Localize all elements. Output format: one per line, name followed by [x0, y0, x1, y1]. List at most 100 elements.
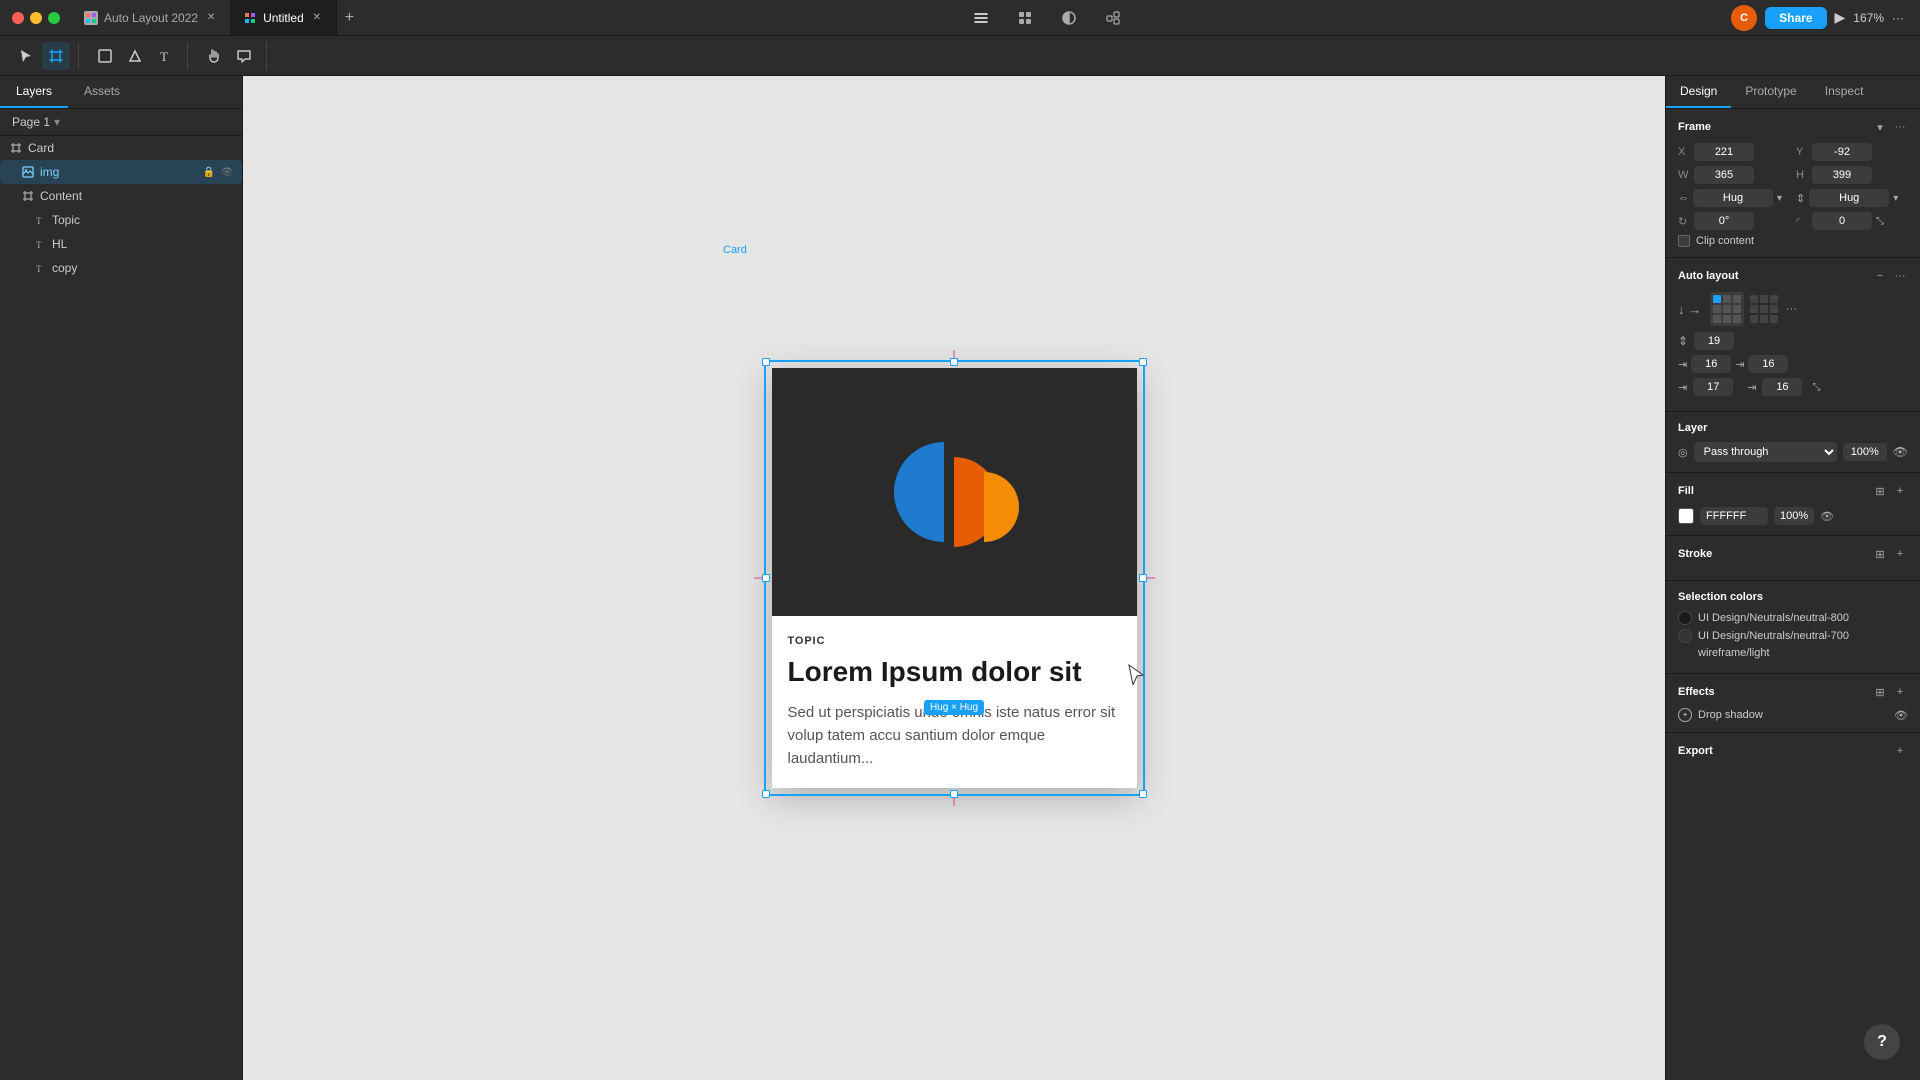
- tab-design[interactable]: Design: [1666, 76, 1731, 108]
- tab-label-auto-layout: Auto Layout 2022: [104, 11, 198, 25]
- layer-hl[interactable]: T HL: [0, 232, 242, 256]
- al-align-grid[interactable]: [1710, 292, 1744, 326]
- play-button[interactable]: ▶: [1835, 9, 1846, 26]
- al-options-more[interactable]: ···: [1784, 301, 1800, 317]
- main-menu-icon[interactable]: [967, 4, 995, 32]
- handle-bottom-left[interactable]: [762, 790, 770, 798]
- layer-img[interactable]: img 🔒 👁: [0, 160, 242, 184]
- stroke-grid-icon[interactable]: ⊞: [1872, 546, 1888, 562]
- comment-tool[interactable]: [230, 42, 258, 70]
- al-right-arrow[interactable]: →: [1689, 302, 1702, 317]
- pad-left-input[interactable]: [1691, 355, 1731, 373]
- layer-card[interactable]: Card: [0, 136, 242, 160]
- opacity-input[interactable]: [1843, 443, 1887, 461]
- hand-tool[interactable]: [200, 42, 228, 70]
- frame-tool[interactable]: [42, 42, 70, 70]
- fill-hex-input[interactable]: [1700, 507, 1768, 525]
- page-label: Page 1: [12, 115, 50, 129]
- fill-color-swatch[interactable]: [1678, 508, 1694, 524]
- close-button[interactable]: [12, 12, 24, 24]
- tools-icon[interactable]: [1011, 4, 1039, 32]
- fill-opacity-input[interactable]: [1774, 507, 1814, 525]
- sel-colors-title: Selection colors: [1678, 591, 1763, 603]
- sel-color-dot-2[interactable]: [1678, 629, 1692, 643]
- pen-tool[interactable]: [121, 42, 149, 70]
- frame-y-input[interactable]: [1812, 143, 1872, 161]
- layer-content[interactable]: Content: [0, 184, 242, 208]
- share-button[interactable]: Share: [1765, 7, 1826, 29]
- more-options-button[interactable]: ···: [1892, 11, 1904, 25]
- left-panel: Layers Assets Page 1 ▾ Card img 🔒 👁: [0, 76, 243, 1080]
- tab-inspect[interactable]: Inspect: [1811, 76, 1878, 108]
- frame-w-input[interactable]: [1694, 166, 1754, 184]
- layer-copy[interactable]: T copy: [0, 256, 242, 280]
- tab-untitled[interactable]: Untitled ✕: [231, 0, 337, 35]
- fill-grid-icon[interactable]: ⊞: [1872, 483, 1888, 499]
- fill-visibility-icon[interactable]: 👁: [1820, 510, 1834, 523]
- visibility-icon[interactable]: 👁: [220, 165, 234, 179]
- page-selector[interactable]: Page 1 ▾: [0, 109, 242, 136]
- constraint-w-input[interactable]: [1693, 189, 1773, 207]
- tab-prototype[interactable]: Prototype: [1731, 76, 1810, 108]
- handle-mid-right[interactable]: [1139, 574, 1147, 582]
- tab-close-untitled[interactable]: ✕: [310, 11, 324, 25]
- lock-icon[interactable]: 🔒: [202, 165, 216, 179]
- stroke-add[interactable]: +: [1892, 546, 1908, 562]
- svg-text:T: T: [36, 216, 42, 226]
- tab-close-auto-layout[interactable]: ✕: [204, 11, 218, 25]
- tab-auto-layout[interactable]: Auto Layout 2022 ✕: [72, 0, 231, 35]
- corner-input[interactable]: [1812, 212, 1872, 230]
- move-tool[interactable]: [12, 42, 40, 70]
- theme-icon[interactable]: [1055, 4, 1083, 32]
- pad-bottom-input[interactable]: [1693, 378, 1733, 396]
- frame-y-cell: Y: [1796, 143, 1908, 161]
- tab-assets[interactable]: Assets: [68, 76, 136, 108]
- al-spacing-grid: [1750, 295, 1778, 323]
- layer-topic[interactable]: T Topic: [0, 208, 242, 232]
- fill-section-header: Fill ⊞ +: [1678, 483, 1908, 499]
- constraint-w-chevron[interactable]: ▾: [1777, 193, 1782, 204]
- frame-x-input[interactable]: [1694, 143, 1754, 161]
- effects-grid-icon[interactable]: ⊞: [1872, 684, 1888, 700]
- canvas[interactable]: Card: [243, 76, 1665, 1080]
- handle-bottom-right[interactable]: [1139, 790, 1147, 798]
- constraint-h-input[interactable]: [1809, 189, 1889, 207]
- effect-visibility-icon[interactable]: 👁: [1894, 709, 1908, 722]
- tab-add-button[interactable]: +: [337, 9, 362, 27]
- share-control-icon[interactable]: [1099, 4, 1127, 32]
- pad-v-input[interactable]: [1762, 378, 1802, 396]
- al-minus[interactable]: −: [1872, 268, 1888, 284]
- maximize-button[interactable]: [48, 12, 60, 24]
- al-more[interactable]: ···: [1892, 268, 1908, 284]
- handle-top-right[interactable]: [1139, 358, 1147, 366]
- handle-top-mid[interactable]: [950, 358, 958, 366]
- rectangle-tool[interactable]: [91, 42, 119, 70]
- al-grid-bl: [1713, 315, 1721, 323]
- help-button[interactable]: ?: [1864, 1024, 1900, 1060]
- handle-mid-left[interactable]: [762, 574, 770, 582]
- constraint-h-chevron[interactable]: ▾: [1893, 193, 1898, 204]
- rotation-input[interactable]: [1694, 212, 1754, 230]
- blend-mode-select[interactable]: Pass through Normal Multiply Screen: [1694, 442, 1837, 462]
- user-avatar[interactable]: C: [1731, 5, 1757, 31]
- sel-color-dot-1[interactable]: [1678, 611, 1692, 625]
- frame-h-cell: H: [1796, 166, 1908, 184]
- frame-w-cell: W: [1678, 166, 1790, 184]
- text-tool[interactable]: T: [151, 42, 179, 70]
- handle-top-left[interactable]: [762, 358, 770, 366]
- gap-input[interactable]: [1694, 332, 1734, 350]
- frame-h-input[interactable]: [1812, 166, 1872, 184]
- fill-add[interactable]: +: [1892, 483, 1908, 499]
- pad-right-input[interactable]: [1748, 355, 1788, 373]
- frame-section-more[interactable]: ···: [1892, 119, 1908, 135]
- layer-visibility-icon[interactable]: 👁: [1893, 445, 1908, 459]
- al-down-arrow[interactable]: ↓: [1678, 302, 1685, 317]
- handle-bottom-mid[interactable]: [950, 790, 958, 798]
- minimize-button[interactable]: [30, 12, 42, 24]
- tab-layers[interactable]: Layers: [0, 76, 68, 108]
- effects-add[interactable]: +: [1892, 684, 1908, 700]
- frame-section-collapse[interactable]: ▾: [1872, 119, 1888, 135]
- tab-icon-auto-layout: [84, 11, 98, 25]
- clip-checkbox[interactable]: [1678, 235, 1690, 247]
- export-add[interactable]: +: [1892, 743, 1908, 759]
